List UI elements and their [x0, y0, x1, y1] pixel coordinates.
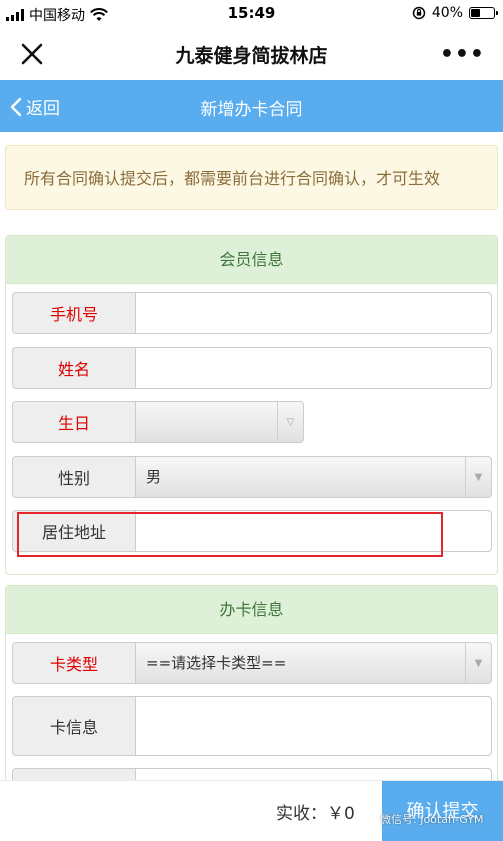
notice-alert: 所有合同确认提交后，都需要前台进行合同确认，才可生效: [5, 145, 498, 210]
wechat-icon: [363, 813, 377, 825]
birthday-label: 生日: [12, 401, 135, 443]
card-type-label: 卡类型: [12, 642, 135, 684]
card-type-value: ==请选择卡类型==: [146, 654, 287, 672]
nav-title: 新增办卡合同: [200, 100, 303, 120]
card-info-textarea[interactable]: [135, 696, 492, 756]
gender-select[interactable]: 男 ▼: [135, 456, 492, 498]
total-amount: 实收：￥0: [276, 804, 355, 824]
watermark-text: 微信号: Jootan-GYM: [380, 813, 484, 826]
name-input[interactable]: [135, 347, 492, 389]
title-bar: 九泰健身简拔林店 •••: [0, 28, 503, 80]
page-title: 九泰健身简拔林店: [175, 45, 328, 67]
chevron-down-icon: ▼: [465, 457, 491, 497]
name-row: 姓名: [12, 347, 492, 389]
status-bar: 中国移动 15:49 40%: [0, 0, 503, 28]
card-info-label: 卡信息: [12, 696, 135, 756]
card-type-row: 卡类型 ==请选择卡类型== ▼: [12, 642, 492, 684]
gender-value: 男: [146, 468, 162, 486]
address-highlight-box: [17, 512, 443, 557]
card-info-row: 卡信息: [12, 696, 492, 756]
phone-row: 手机号: [12, 292, 492, 334]
status-right: 40%: [412, 5, 498, 21]
member-info-heading: 会员信息: [6, 236, 497, 284]
name-label: 姓名: [12, 347, 135, 389]
watermark: 微信号: Jootan-GYM: [363, 811, 484, 827]
chevron-down-icon: ▽: [277, 402, 303, 442]
battery-percent: 40%: [431, 5, 463, 21]
card-type-select[interactable]: ==请选择卡类型== ▼: [135, 642, 492, 684]
rotation-lock-icon: [412, 6, 426, 20]
birthday-picker[interactable]: ▽: [135, 401, 304, 443]
birthday-row: 生日 ▽: [12, 401, 304, 443]
nav-bar: 返回 新增办卡合同: [0, 80, 503, 132]
card-info-heading: 办卡信息: [6, 586, 497, 634]
more-icon[interactable]: •••: [440, 42, 485, 67]
battery-icon: [469, 7, 498, 19]
phone-input[interactable]: [135, 292, 492, 334]
chevron-down-icon: ▼: [465, 643, 491, 683]
phone-label: 手机号: [12, 292, 135, 334]
gender-row: 性别 男 ▼: [12, 456, 492, 498]
gender-label: 性别: [12, 456, 135, 498]
